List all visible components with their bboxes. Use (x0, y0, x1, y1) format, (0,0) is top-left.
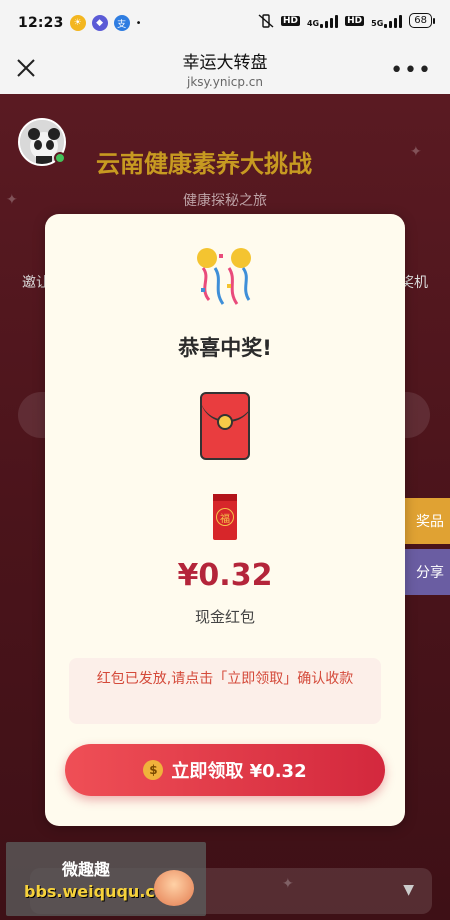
close-icon[interactable] (14, 56, 38, 80)
sparkle-icon: ✦ (6, 192, 18, 208)
more-options-icon[interactable]: ••• (390, 58, 432, 83)
dot-icon: • (135, 17, 142, 29)
sparkle-icon: ✦ (282, 876, 294, 892)
claim-button[interactable]: $ 立即领取 ¥0.32 (65, 744, 385, 796)
watermark-mascot-icon (154, 870, 194, 906)
watermark-url: bbs.weiququ.cn (24, 882, 167, 901)
signal-icon (320, 14, 339, 28)
prize-modal: 恭喜中奖! 福 ¥0.32 现金红包 红包已发放,请点击「立即领取」确认收款 $… (45, 214, 405, 826)
fu-character: 福 (216, 508, 234, 526)
weather-icon: ☀ (69, 15, 86, 31)
claim-button-label: 立即领取 ¥0.32 (171, 761, 307, 782)
congrats-heading: 恭喜中奖! (178, 336, 272, 360)
online-indicator (54, 152, 66, 164)
red-envelope-icon (200, 392, 250, 460)
status-bar: 12:23 ☀ ◆ 支 • HD 4G HD 5G 68 (0, 0, 450, 46)
page-title: 幸运大转盘 (182, 53, 268, 73)
signal-icon-2 (384, 14, 403, 28)
status-right-icons: HD 4G HD 5G 68 (258, 13, 435, 28)
background-subtitle: 健康探秘之旅 (183, 193, 267, 209)
alipay-icon: 支 (113, 15, 130, 31)
prize-type-label: 现金红包 (194, 608, 255, 626)
network-4g: 4G (307, 14, 339, 28)
battery-icon: 68 (409, 13, 435, 28)
prize-tab[interactable]: 奖品 (402, 498, 450, 544)
status-time: 12:23 (18, 15, 64, 31)
claim-notice: 红包已发放,请点击「立即领取」确认收款 (69, 658, 381, 724)
hd-badge-2: HD (345, 15, 365, 26)
dropdown-arrow-icon: ▼ (403, 882, 414, 898)
background-title: 云南健康素养大挑战 (96, 150, 312, 178)
party-popper-icon (197, 248, 251, 305)
status-left-icons: ☀ ◆ 支 • (69, 15, 142, 31)
prize-amount: ¥0.32 (177, 558, 273, 593)
fu-envelope-icon: 福 (213, 494, 237, 540)
hd-badge: HD (280, 15, 300, 26)
network-5g: 5G (371, 14, 403, 28)
app-notification-icon: ◆ (91, 15, 108, 31)
sparkle-icon: ✦ (410, 144, 422, 160)
watermark-name: 微趣趣 (62, 860, 111, 879)
page-url: jksy.ynicp.cn (186, 75, 263, 89)
title-bar: 幸运大转盘 jksy.ynicp.cn ••• (0, 46, 450, 94)
money-bag-icon: $ (143, 760, 164, 780)
vibrate-mute-icon (258, 13, 274, 28)
watermark: 微趣趣 bbs.weiququ.cn (6, 842, 206, 916)
share-tab[interactable]: 分享 (402, 549, 450, 595)
